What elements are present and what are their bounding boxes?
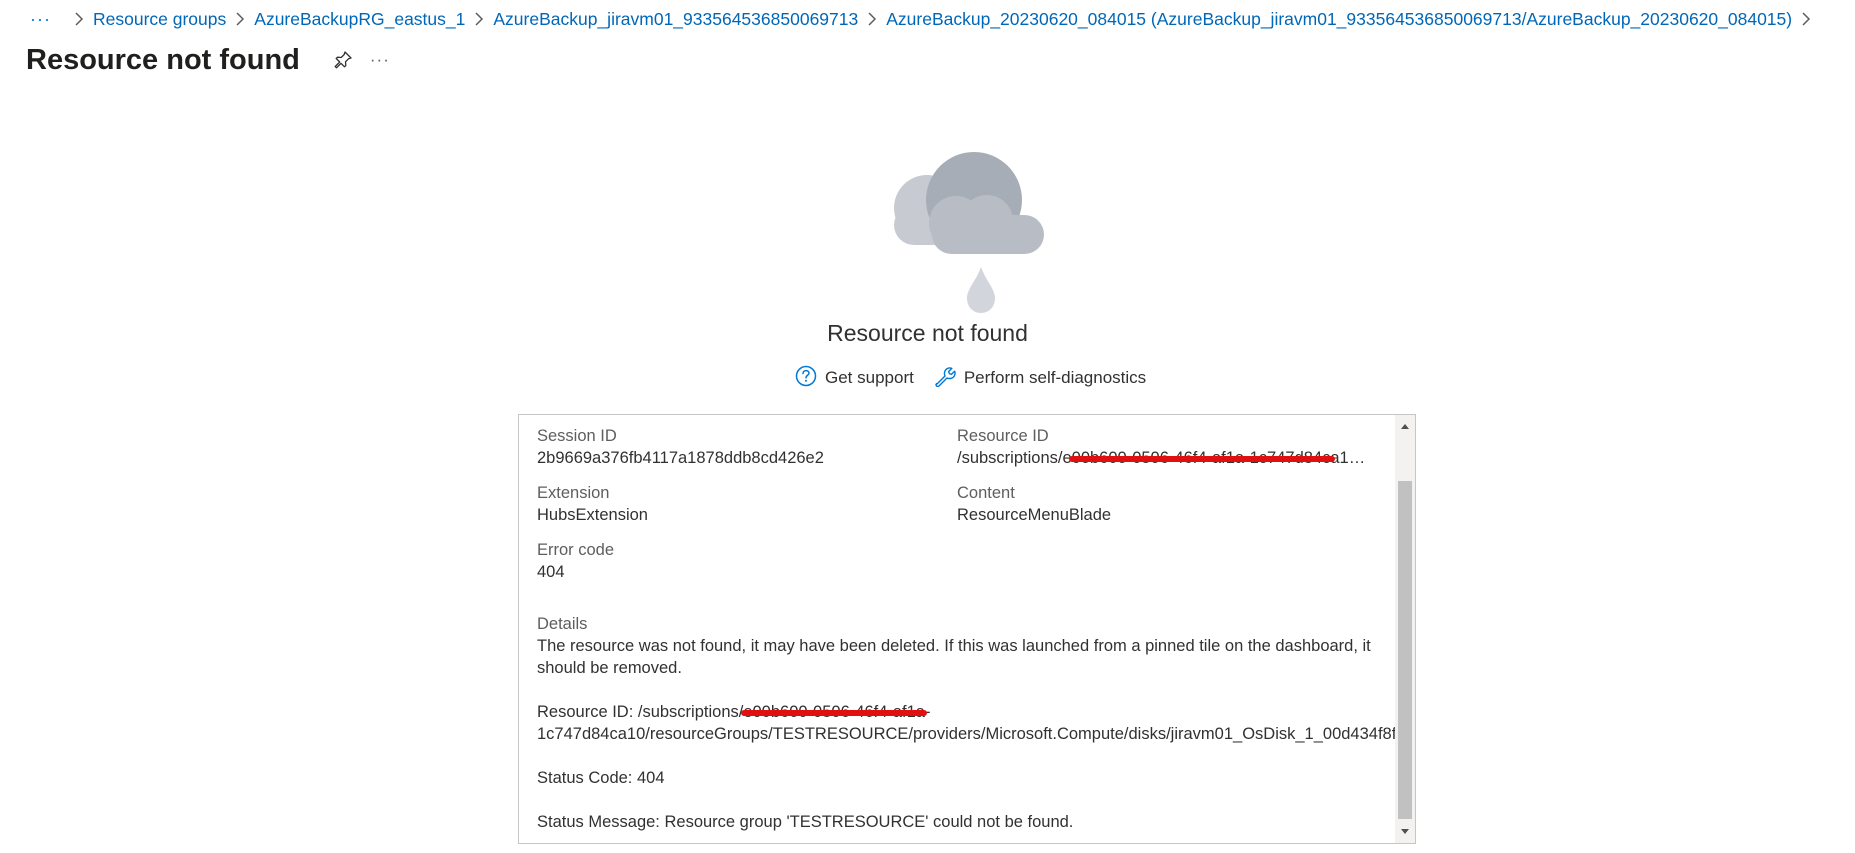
scroll-up-arrow-icon[interactable]: [1395, 417, 1415, 435]
details-resource-id-line1: Resource ID: /subscriptions/e00b600-0506…: [537, 701, 1395, 723]
error-title: Resource not found: [827, 320, 1028, 346]
breadcrumb-backup-vault[interactable]: AzureBackup_jiravm01_933564536850069713: [493, 9, 858, 30]
details-resource-id: Resource ID: /subscriptions/e00b600-0506…: [537, 701, 1416, 745]
resource-id-field: Resource ID /subscriptions/e00b600-0506-…: [957, 425, 1367, 469]
error-code-field: Error code 404: [537, 539, 957, 583]
chevron-right-icon: [1792, 12, 1820, 26]
error-actions: Get support Perform self-diagnostics: [795, 364, 1166, 392]
scroll-down-arrow-icon[interactable]: [1395, 823, 1415, 841]
extension-value: HubsExtension: [537, 506, 648, 524]
details-status-code: Status Code: 404: [537, 769, 665, 787]
details-status-message: Status Message: Resource group 'TESTRESO…: [537, 813, 1074, 831]
pin-icon[interactable]: [328, 45, 358, 75]
resource-id-label: Resource ID: [957, 427, 1049, 445]
chevron-right-icon: [226, 12, 254, 26]
details-resource-id-line2: 1c747d84ca10/resourceGroups/TESTRESOURCE…: [537, 725, 1416, 743]
wrench-icon: [934, 365, 964, 392]
vertical-scrollbar[interactable]: [1395, 415, 1415, 843]
resource-id-value: /subscriptions/e00b600-0506-46f4-af1a-1c…: [957, 447, 1367, 469]
details-row: Extension HubsExtension Content Resource…: [537, 482, 1395, 526]
error-details-panel: Session ID 2b9669a376fb4117a1878ddb8cd42…: [518, 414, 1416, 844]
extension-field: Extension HubsExtension: [537, 482, 957, 526]
details-row: Session ID 2b9669a376fb4117a1878ddb8cd42…: [537, 425, 1395, 469]
error-code-value: 404: [537, 563, 565, 581]
chevron-right-icon: [858, 12, 886, 26]
more-options-button[interactable]: ···: [370, 50, 390, 70]
help-circle-icon: [795, 365, 825, 392]
self-diagnostics-label: Perform self-diagnostics: [963, 368, 1147, 387]
extension-label: Extension: [537, 484, 610, 502]
breadcrumb-resource-group[interactable]: AzureBackupRG_eastus_1: [254, 9, 465, 30]
cloud-rain-icon: [880, 145, 1050, 315]
content-field: Content ResourceMenuBlade: [957, 482, 1367, 526]
get-support-label: Get support: [825, 368, 914, 387]
session-id-field: Session ID 2b9669a376fb4117a1878ddb8cd42…: [537, 425, 957, 469]
chevron-right-icon: [465, 12, 493, 26]
content-label: Content: [957, 484, 1015, 502]
breadcrumb-backup-item[interactable]: AzureBackup_20230620_084015 (AzureBackup…: [886, 9, 1792, 30]
redaction-mark: [741, 710, 927, 716]
breadcrumb-overflow-button[interactable]: ···: [30, 9, 51, 30]
page-header: Resource not found ···: [26, 38, 390, 82]
content-value: ResourceMenuBlade: [957, 506, 1112, 524]
page-title: Resource not found: [26, 43, 300, 76]
error-code-label: Error code: [537, 541, 615, 559]
error-details-content: Session ID 2b9669a376fb4117a1878ddb8cd42…: [519, 415, 1416, 843]
session-id-label: Session ID: [537, 427, 617, 445]
self-diagnostics-link[interactable]: Perform self-diagnostics: [934, 365, 1146, 392]
details-section: Details The resource was not found, it m…: [537, 613, 1416, 833]
breadcrumb-resource-groups[interactable]: Resource groups: [93, 9, 226, 30]
session-id-value: 2b9669a376fb4117a1878ddb8cd426e2: [537, 449, 824, 467]
scrollbar-thumb[interactable]: [1398, 481, 1412, 819]
chevron-right-icon: [65, 12, 93, 26]
details-row: Error code 404: [537, 539, 1395, 583]
breadcrumb: ··· Resource groups AzureBackupRG_eastus…: [30, 6, 1820, 32]
details-message: The resource was not found, it may have …: [537, 637, 1371, 677]
details-label: Details: [537, 615, 588, 633]
redaction-mark: [1069, 456, 1335, 462]
get-support-link[interactable]: Get support: [795, 365, 914, 392]
